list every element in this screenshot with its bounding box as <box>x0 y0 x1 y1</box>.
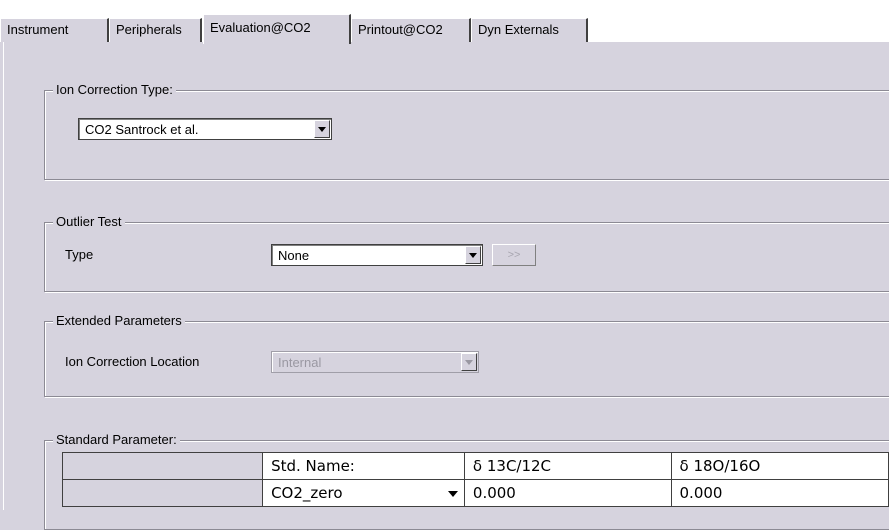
extended-parameters-group: Extended Parameters Ion Correction Locat… <box>44 313 889 397</box>
ion-correction-type-value: CO2 Santrock et al. <box>85 122 199 137</box>
table-corner-cell <box>61 452 264 480</box>
outlier-more-button[interactable]: >> <box>492 244 536 266</box>
ion-correction-group: Ion Correction Type: CO2 Santrock et al. <box>44 82 889 180</box>
chevron-down-icon[interactable] <box>465 246 481 264</box>
chevron-down-icon[interactable] <box>461 353 477 371</box>
outlier-test-legend: Outlier Test <box>53 214 125 229</box>
tab-printout-co2-label: Printout@CO2 <box>358 22 443 37</box>
chevron-down-icon[interactable] <box>314 120 330 138</box>
table-header-row: Std. Name: δ 13C/12C δ 18O/16O <box>61 452 889 480</box>
standard-parameter-legend: Standard Parameter: <box>53 432 180 447</box>
tab-dyn-externals-label: Dyn Externals <box>478 22 559 37</box>
ion-correction-location-value: Internal <box>278 355 322 370</box>
d13c-cell[interactable]: 0.000 <box>463 479 672 507</box>
column-header-d18o: δ 18O/16O <box>670 452 889 480</box>
tab-page-edge <box>3 42 4 510</box>
tab-instrument-label: Instrument <box>7 22 69 37</box>
ion-correction-legend: Ion Correction Type: <box>53 82 176 97</box>
d18o-cell[interactable]: 0.000 <box>670 479 889 507</box>
row-header-cell[interactable] <box>61 479 264 507</box>
tab-peripherals-label: Peripherals <box>116 22 182 37</box>
tab-evaluation-co2[interactable]: Evaluation@CO2 <box>203 14 351 44</box>
tab-printout-co2[interactable]: Printout@CO2 <box>351 18 471 42</box>
chevron-down-icon[interactable] <box>447 491 458 497</box>
ion-correction-location-select[interactable]: Internal <box>271 351 479 373</box>
ion-correction-type-select[interactable]: CO2 Santrock et al. <box>78 118 332 140</box>
table-row: CO2_zero 0.000 0.000 <box>61 479 889 507</box>
outlier-type-label: Type <box>65 247 94 262</box>
std-name-cell[interactable]: CO2_zero <box>262 479 465 507</box>
column-header-d13c: δ 13C/12C <box>463 452 672 480</box>
ion-correction-location-label: Ion Correction Location <box>65 354 200 369</box>
extended-parameters-legend: Extended Parameters <box>53 313 185 328</box>
standard-parameter-table: Std. Name: δ 13C/12C δ 18O/16O CO2_zero … <box>61 452 889 507</box>
std-name-value: CO2_zero <box>271 484 343 502</box>
outlier-type-select[interactable]: None <box>271 244 483 266</box>
tab-peripherals[interactable]: Peripherals <box>109 18 202 42</box>
tab-instrument[interactable]: Instrument <box>0 18 109 42</box>
column-header-std-name: Std. Name: <box>262 452 465 480</box>
tab-evaluation-co2-label: Evaluation@CO2 <box>210 20 311 35</box>
outlier-type-value: None <box>278 248 310 263</box>
tab-dyn-externals[interactable]: Dyn Externals <box>471 18 588 42</box>
tab-strip: Instrument Peripherals Evaluation@CO2 Pr… <box>0 0 889 44</box>
outlier-test-group: Outlier Test Type None >> <box>44 214 889 292</box>
